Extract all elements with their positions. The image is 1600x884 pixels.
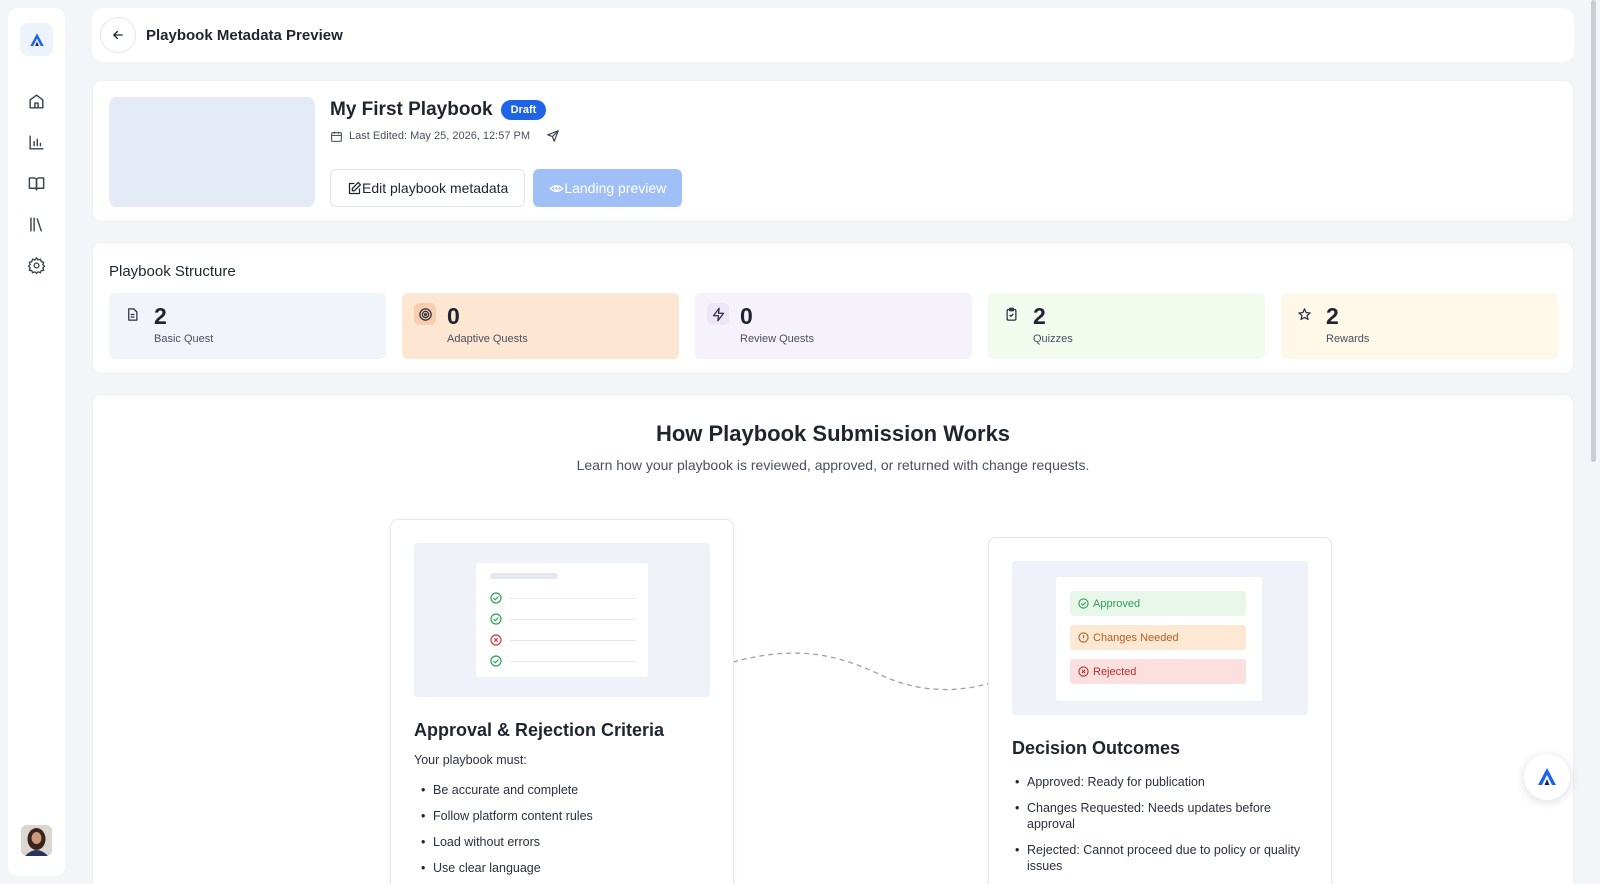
avatar[interactable]	[21, 825, 52, 856]
user-avatar-image	[21, 825, 52, 856]
section-title: How Playbook Submission Works	[655, 421, 1011, 446]
pill-label: Rejected	[1093, 665, 1137, 678]
page-header: Playbook Metadata Preview	[92, 8, 1574, 62]
playbook-thumbnail	[109, 97, 315, 207]
stat-adaptive-quests[interactable]: 0 Adaptive Quests	[402, 293, 679, 359]
x-circle-icon	[1078, 666, 1089, 677]
check-circle-icon	[490, 613, 502, 625]
page-scrollbar[interactable]	[1591, 0, 1596, 462]
eye-icon	[549, 184, 565, 192]
criteria-card: Approval & Rejection Criteria Your playb…	[390, 519, 734, 884]
stat-rewards[interactable]: 2 Rewards	[1281, 293, 1558, 359]
back-button[interactable]	[100, 17, 136, 53]
checklist-document	[476, 563, 648, 677]
section-subtitle: Learn how your playbook is reviewed, app…	[576, 457, 1090, 473]
sidebar	[8, 8, 65, 876]
stat-value: 2	[1033, 303, 1046, 329]
sidebar-item-analytics[interactable]	[22, 127, 52, 157]
rejected-pill: Rejected	[1070, 659, 1246, 684]
stat-label: Basic Quest	[154, 333, 214, 345]
stat-basic-quest[interactable]: 2 Basic Quest	[109, 293, 386, 359]
page-title: Playbook Metadata Preview	[146, 26, 343, 44]
criteria-title: Approval & Rejection Criteria	[414, 720, 665, 740]
list-item: Rejected: Cannot proceed due to policy o…	[1015, 842, 1305, 874]
send-icon	[547, 130, 559, 142]
stat-value: 2	[154, 303, 167, 329]
clipboard-check-icon	[1000, 303, 1022, 325]
structure-stats: 2 Basic Quest 0 Adaptive Quests 0 Review…	[109, 293, 1558, 359]
playbook-info-card: My First Playbook Draft Last Edited: May…	[92, 80, 1574, 222]
list-item: Approved: Ready for publication	[1015, 774, 1305, 790]
playbook-actions: Edit playbook metadata Landing preview	[330, 169, 683, 207]
lightning-icon	[707, 303, 729, 325]
list-item: Follow platform content rules	[421, 808, 593, 824]
outcomes-title: Decision Outcomes	[1012, 738, 1181, 758]
sidebar-item-playbooks[interactable]	[22, 168, 52, 198]
submission-info-section: How Playbook Submission Works Learn how …	[92, 394, 1574, 884]
changes-needed-pill: Changes Needed	[1070, 625, 1246, 650]
last-edited-row: Last Edited: May 25, 2026, 12:57 PM	[330, 129, 560, 143]
stat-value: 0	[740, 303, 753, 329]
logo-icon	[1538, 768, 1556, 785]
sidebar-item-home[interactable]	[22, 86, 52, 116]
landing-preview-button[interactable]: Landing preview	[533, 169, 683, 207]
criteria-intro: Your playbook must:	[414, 753, 527, 767]
stat-value: 0	[447, 303, 460, 329]
check-circle-icon	[1078, 598, 1089, 609]
stat-label: Review Quests	[740, 333, 814, 345]
outcomes-list: Approved: Ready for publication Changes …	[1015, 774, 1305, 884]
document-icon	[121, 303, 143, 325]
last-edited-text: Last Edited: May 25, 2026, 12:57 PM	[349, 130, 531, 142]
list-item: Load without errors	[421, 834, 593, 850]
star-icon	[1293, 303, 1315, 325]
share-button[interactable]	[546, 129, 560, 143]
landing-preview-label: Landing preview	[564, 180, 667, 196]
outcomes-illustration: Approved Changes Needed Rejected	[1012, 561, 1308, 715]
structure-title: Playbook Structure	[109, 263, 236, 280]
status-badge: Draft	[500, 100, 547, 120]
x-circle-icon	[490, 634, 502, 646]
stat-label: Rewards	[1326, 333, 1370, 345]
pill-label: Changes Needed	[1093, 631, 1179, 644]
stat-label: Quizzes	[1033, 333, 1073, 345]
list-item: Be accurate and complete	[421, 782, 593, 798]
stat-label: Adaptive Quests	[447, 333, 528, 345]
sidebar-item-library[interactable]	[22, 209, 52, 239]
checklist-illustration	[414, 543, 710, 697]
target-icon	[414, 303, 436, 325]
stat-value: 2	[1326, 303, 1339, 329]
outcomes-document: Approved Changes Needed Rejected	[1056, 577, 1262, 701]
outcomes-card: Approved Changes Needed Rejected Decisio…	[988, 537, 1332, 884]
edit-metadata-button[interactable]: Edit playbook metadata	[330, 169, 526, 207]
check-circle-icon	[490, 592, 502, 604]
list-item: Changes Requested: Needs updates before …	[1015, 800, 1305, 832]
library-icon	[30, 216, 42, 232]
alert-circle-icon	[1078, 632, 1089, 643]
connector-line	[733, 652, 993, 691]
arrow-left-icon	[113, 30, 123, 40]
edit-metadata-label: Edit playbook metadata	[362, 180, 509, 196]
playbook-title: My First Playbook	[330, 99, 493, 120]
chart-icon	[29, 134, 44, 150]
calendar-icon	[331, 131, 342, 142]
check-circle-icon	[490, 655, 502, 667]
pill-label: Approved	[1093, 597, 1141, 610]
gear-icon	[27, 256, 46, 274]
book-icon	[28, 176, 45, 191]
stat-quizzes[interactable]: 2 Quizzes	[988, 293, 1265, 359]
home-icon	[29, 93, 44, 109]
playbook-title-row: My First Playbook Draft	[330, 99, 547, 121]
stat-review-quests[interactable]: 0 Review Quests	[695, 293, 972, 359]
sidebar-item-settings[interactable]	[22, 250, 52, 280]
edit-icon	[348, 181, 362, 194]
app-logo[interactable]	[20, 23, 53, 56]
list-item: Use clear language	[421, 860, 593, 876]
logo-icon	[29, 32, 44, 46]
criteria-list: Be accurate and complete Follow platform…	[421, 782, 593, 884]
assistant-launcher-button[interactable]	[1524, 754, 1570, 800]
playbook-structure: Playbook Structure 2 Basic Quest 0 Adapt…	[92, 242, 1574, 374]
approved-pill: Approved	[1070, 591, 1246, 616]
